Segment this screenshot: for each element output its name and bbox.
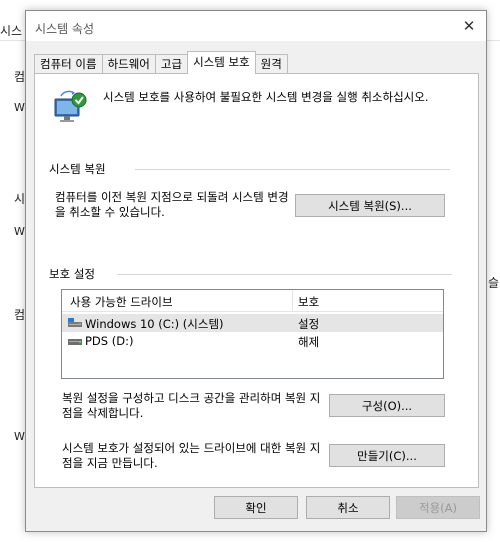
background-text-fragment: 컴	[14, 308, 26, 322]
background-text-fragment: W	[14, 101, 25, 114]
tab-hardware[interactable]: 하드웨어	[101, 54, 155, 74]
drive-list[interactable]: 사용 가능한 드라이브 보호 Windows 10 (C:) (시스템) 설정	[61, 289, 444, 379]
column-header-protection[interactable]: 보호	[298, 294, 319, 310]
drive-name: Windows 10 (C:) (시스템)	[85, 317, 224, 331]
background-title-fragment: 시스	[0, 24, 23, 38]
drive-row-d[interactable]: PDS (D:) 해제	[62, 332, 443, 350]
background-text-fragment: 슬	[488, 276, 500, 290]
restore-group-divider	[135, 169, 450, 170]
intro-description: 시스템 보호를 사용하여 불필요한 시스템 변경을 실행 취소하십시오.	[103, 90, 429, 104]
column-header-drives[interactable]: 사용 가능한 드라이브	[70, 294, 173, 310]
ok-button[interactable]: 확인	[214, 496, 298, 519]
restore-group-label: 시스템 복원	[49, 162, 106, 176]
configure-description: 복원 설정을 구성하고 디스크 공간을 관리하며 복원 지점을 삭제합니다.	[62, 391, 321, 420]
drive-row-c[interactable]: Windows 10 (C:) (시스템) 설정	[62, 314, 443, 332]
system-protection-panel: 시스템 보호를 사용하여 불필요한 시스템 변경을 실행 취소하십시오. 시스템…	[34, 73, 479, 488]
cancel-button[interactable]: 취소	[306, 496, 390, 519]
system-restore-button[interactable]: 시스템 복원(S)...	[295, 194, 445, 217]
apply-button[interactable]: 적용(A)	[396, 496, 480, 519]
drive-list-header: 사용 가능한 드라이브 보호	[62, 290, 443, 312]
create-description: 시스템 보호가 설정되어 있는 드라이브에 대한 복원 지점을 지금 만듭니다.	[62, 441, 321, 470]
close-icon: ✕	[462, 17, 476, 35]
tab-strip: 컴퓨터 이름 하드웨어 고급 시스템 보호 원격	[34, 51, 288, 74]
background-text-fragment: W	[14, 430, 25, 443]
background-text-fragment: W	[14, 225, 25, 238]
drive-name: PDS (D:)	[85, 334, 134, 348]
system-properties-dialog: 시스템 속성 ✕ 컴퓨터 이름 하드웨어 고급 시스템 보호 원격 시스템 보호…	[25, 10, 487, 532]
protection-group-divider	[117, 274, 452, 275]
drive-icon	[68, 339, 82, 345]
configure-button[interactable]: 구성(O)...	[329, 394, 445, 417]
background-text-fragment: 시	[14, 192, 26, 206]
background-text-fragment: 컴	[14, 70, 26, 84]
system-protection-icon	[54, 90, 87, 122]
close-button[interactable]: ✕	[452, 11, 486, 41]
title-bar[interactable]: 시스템 속성 ✕	[26, 11, 486, 41]
system-drive-icon	[68, 318, 82, 327]
create-button[interactable]: 만들기(C)...	[329, 444, 445, 467]
column-divider[interactable]	[292, 290, 293, 312]
protection-group-label: 보호 설정	[49, 267, 95, 281]
tab-computer-name[interactable]: 컴퓨터 이름	[34, 54, 102, 74]
dialog-title: 시스템 속성	[35, 22, 95, 36]
drive-protection-status: 설정	[298, 317, 320, 331]
tab-system-protection[interactable]: 시스템 보호	[187, 51, 256, 74]
restore-description: 컴퓨터를 이전 복원 지점으로 되돌려 시스템 변경을 취소할 수 있습니다.	[55, 190, 289, 219]
tab-remote[interactable]: 원격	[255, 54, 288, 74]
tab-advanced[interactable]: 고급	[154, 54, 188, 74]
drive-protection-status: 해제	[298, 335, 320, 349]
dialog-footer: 확인 취소 적용(A)	[26, 494, 486, 524]
